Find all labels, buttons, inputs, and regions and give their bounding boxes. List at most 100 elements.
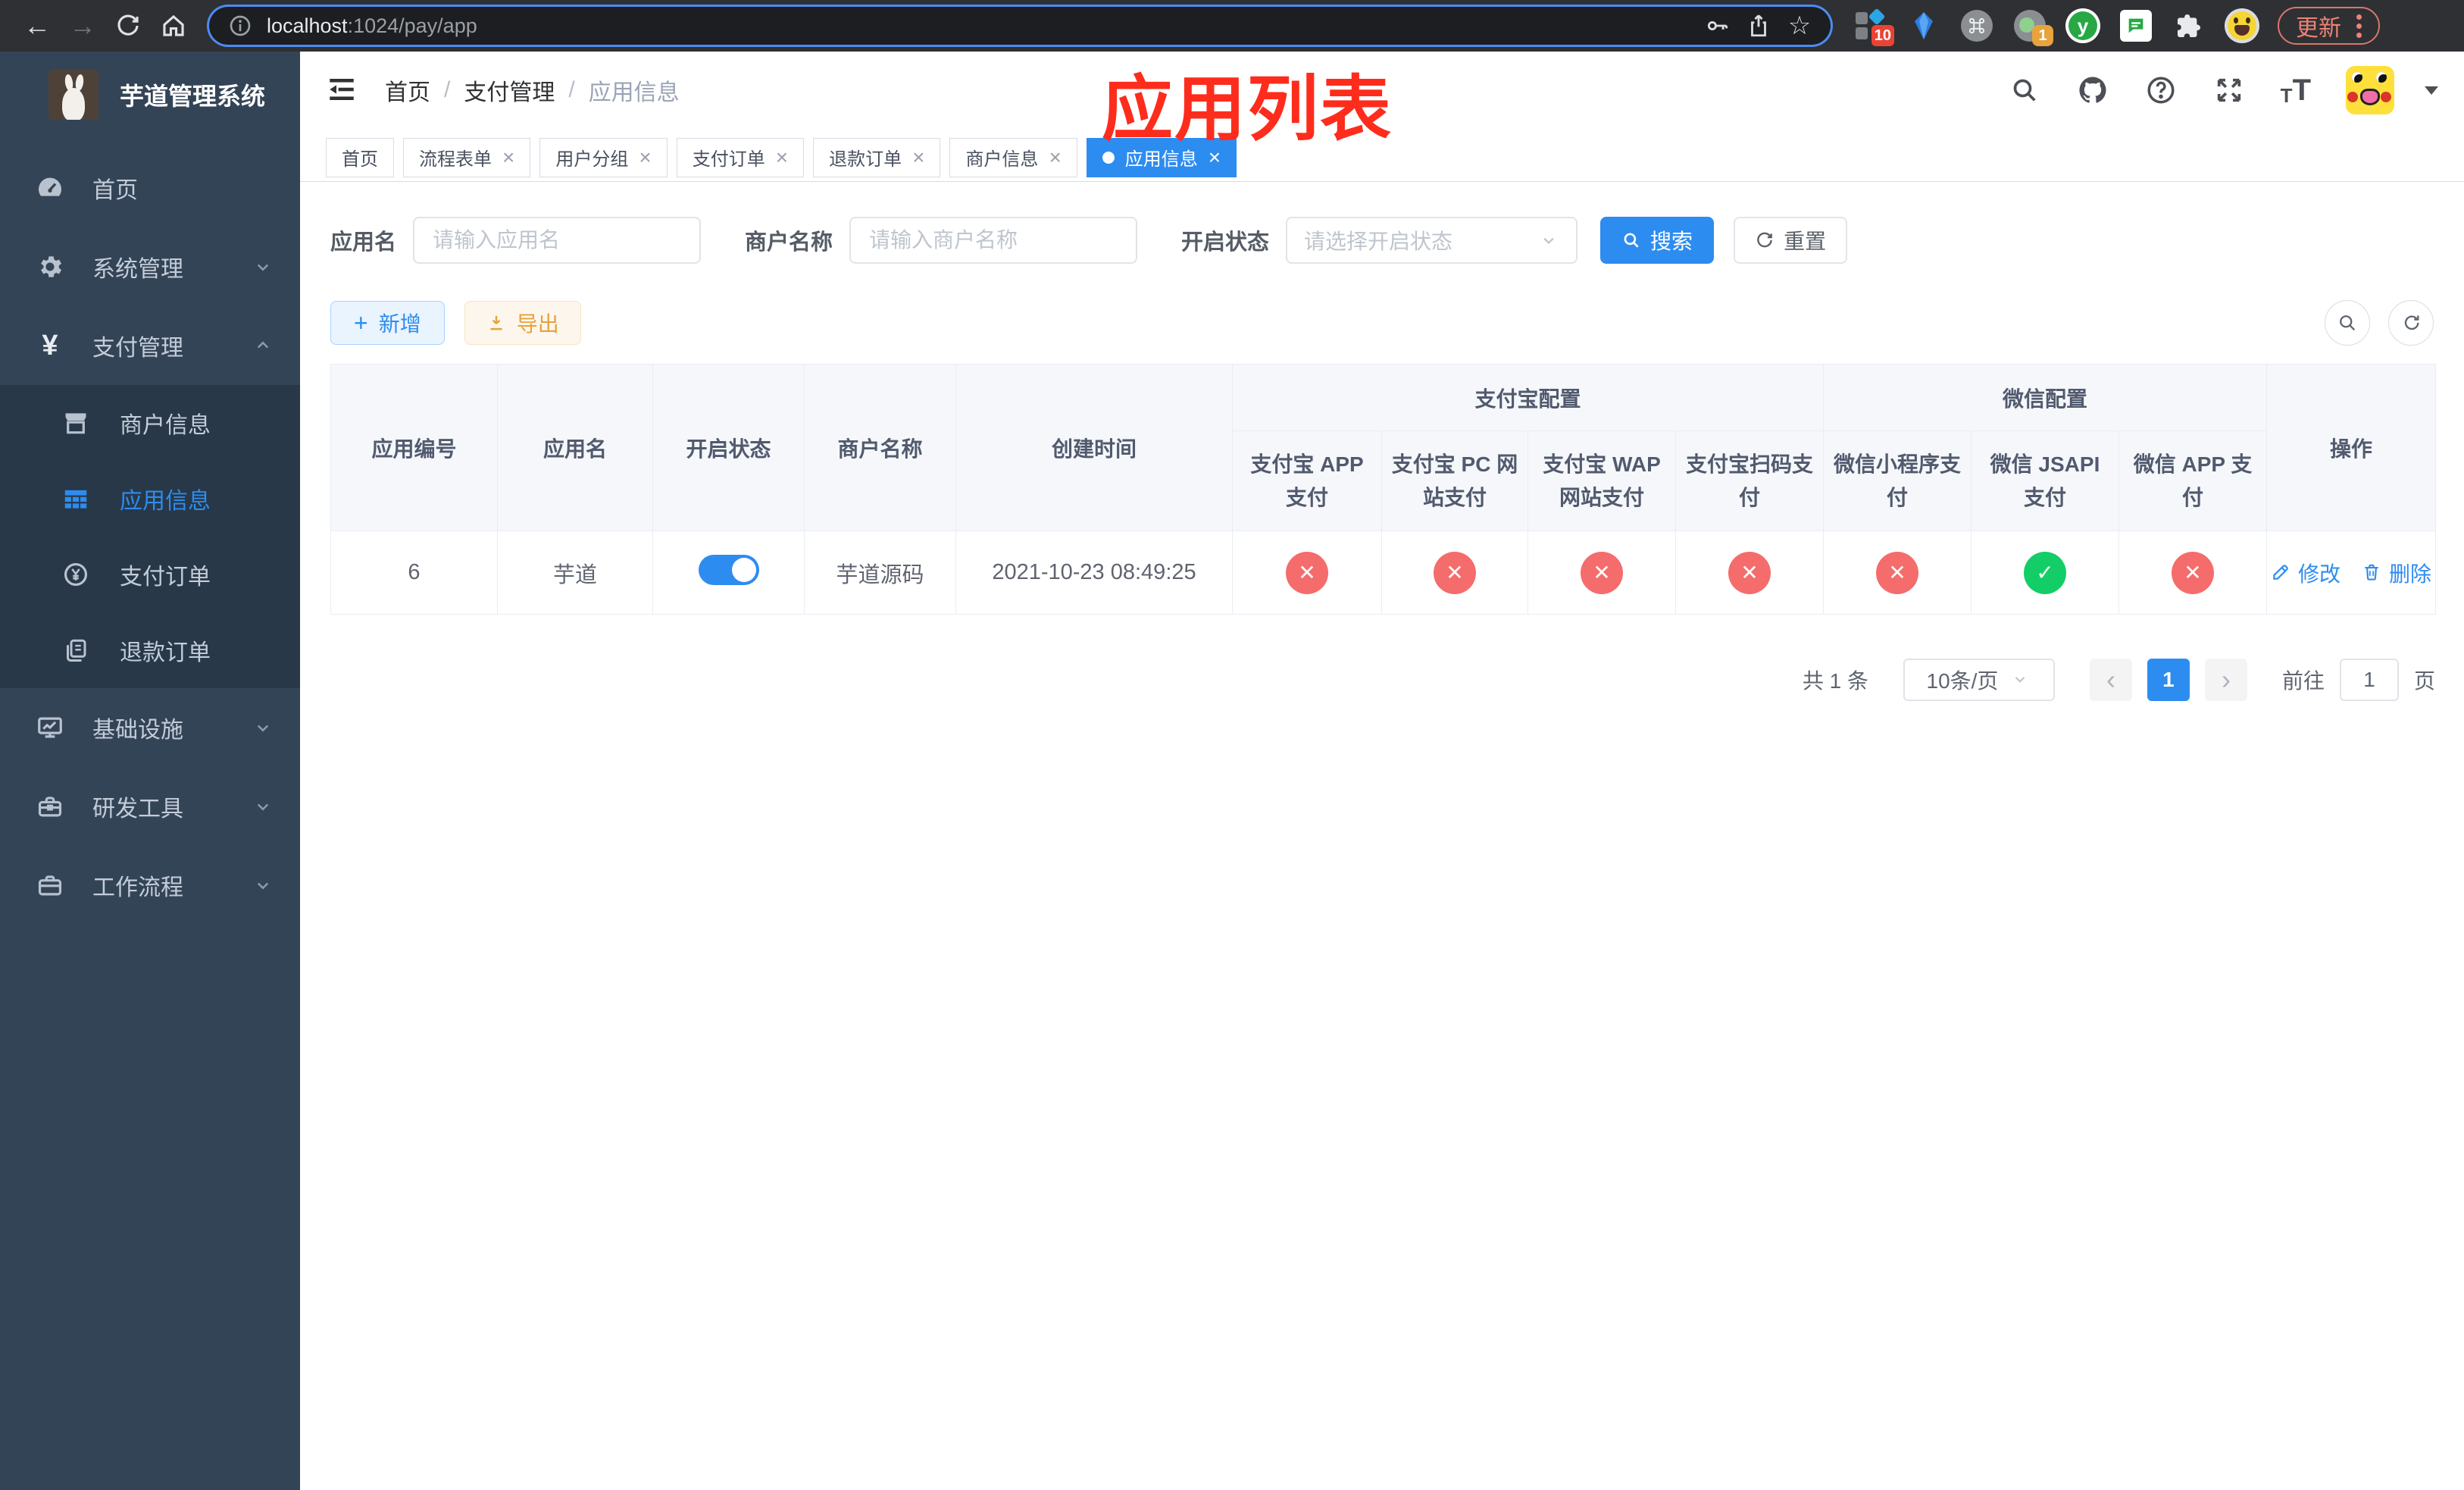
merchant-name-input[interactable] xyxy=(868,227,1120,253)
tab-merchant-info[interactable]: 商户信息 × xyxy=(949,137,1077,177)
documents-icon xyxy=(59,634,92,667)
close-icon[interactable]: × xyxy=(1209,146,1221,168)
extension-gem-icon[interactable] xyxy=(1906,8,1941,43)
tab-pay-order[interactable]: 支付订单 × xyxy=(676,137,805,177)
browser-reload-icon[interactable] xyxy=(108,5,149,46)
export-button[interactable]: 导出 xyxy=(464,301,581,345)
share-icon[interactable] xyxy=(1744,11,1773,40)
col-wx-app: 微信 APP 支付 xyxy=(2118,430,2268,531)
sidebar-item-app-info[interactable]: 应用信息 xyxy=(0,461,300,537)
sidebar-collapse-icon[interactable] xyxy=(326,74,359,107)
col-alipay-app: 支付宝 APP 支付 xyxy=(1232,430,1382,531)
page-size-select[interactable]: 10条/页 xyxy=(1903,659,2055,701)
col-wx-mini: 微信小程序支付 xyxy=(1823,430,1972,531)
tab-home[interactable]: 首页 xyxy=(326,137,394,177)
show-search-icon[interactable] xyxy=(2325,300,2370,346)
status-label: 开启状态 xyxy=(1181,230,1270,255)
browser-toolbar: ← → localhost:1024/pay/app ☆ 10 1 y 更新 xyxy=(0,0,2464,52)
merchant-name-field-wrap xyxy=(849,217,1138,264)
user-menu-caret-icon[interactable] xyxy=(2425,86,2438,95)
url-bar[interactable]: localhost:1024/pay/app ☆ xyxy=(209,7,1831,45)
app-logo-row[interactable]: 芋道管理系统 xyxy=(0,52,300,135)
group-alipay-config: 支付宝配置 xyxy=(1231,364,1825,431)
browser-back-icon[interactable]: ← xyxy=(17,5,58,46)
goto-page-input[interactable] xyxy=(2339,659,2399,701)
reset-button[interactable]: 重置 xyxy=(1734,217,1848,264)
edit-link[interactable]: 修改 xyxy=(2271,558,2340,588)
extension-badge: 10 xyxy=(1871,25,1894,46)
close-icon[interactable]: × xyxy=(502,146,514,168)
page-info-icon[interactable] xyxy=(226,11,255,40)
col-actions: 操作 xyxy=(2266,364,2437,531)
cell-app-name: 芋道 xyxy=(497,531,653,615)
pagination: 共 1 条 10条/页 ‹ 1 › 前往 页 xyxy=(330,659,2435,701)
bookmark-star-icon[interactable]: ☆ xyxy=(1785,11,1814,40)
browser-profile-avatar[interactable] xyxy=(2225,8,2259,43)
app-title: 芋道管理系统 xyxy=(120,83,266,110)
browser-forward-icon[interactable]: → xyxy=(62,5,103,46)
add-button[interactable]: + 新增 xyxy=(330,301,445,345)
next-page-button[interactable]: › xyxy=(2204,659,2247,701)
col-status: 开启状态 xyxy=(652,364,805,531)
monitor-chart-icon xyxy=(33,711,67,744)
close-icon[interactable]: × xyxy=(1049,146,1061,168)
browser-home-icon[interactable] xyxy=(153,5,194,46)
page-1-button[interactable]: 1 xyxy=(2147,659,2190,701)
prev-page-button[interactable]: ‹ xyxy=(2089,659,2132,701)
sidebar-item-pay-order[interactable]: 支付订单 xyxy=(0,537,300,612)
tab-app-info[interactable]: 应用信息 × xyxy=(1086,137,1237,177)
tab-refund-order[interactable]: 退款订单 × xyxy=(813,137,941,177)
app-name-field-wrap xyxy=(413,217,702,264)
cell-status xyxy=(652,531,805,615)
col-app-name: 应用名 xyxy=(497,364,653,531)
extensions-puzzle-icon[interactable] xyxy=(2172,8,2206,43)
github-icon[interactable] xyxy=(2076,74,2109,107)
status-check-icon: ✓ xyxy=(2024,551,2067,594)
refresh-icon[interactable] xyxy=(2388,300,2434,346)
extension-grid-icon[interactable]: 10 xyxy=(1853,8,1894,46)
extension-audio-icon[interactable]: 1 xyxy=(2012,8,2053,46)
cell-wx-mini: ✕ xyxy=(1823,531,1972,615)
update-label: 更新 xyxy=(2296,16,2341,41)
sidebar-menu: 首页 系统管理 ¥ 支付管理 商户信息 应用信息 支付订单 退款订单 基础设施 … xyxy=(0,149,300,925)
search-button[interactable]: 搜索 xyxy=(1600,217,1715,264)
extension-vue-devtools-icon[interactable]: y xyxy=(2065,8,2100,43)
breadcrumb-separator: / xyxy=(444,77,451,102)
help-icon[interactable] xyxy=(2144,74,2178,107)
cell-created: 2021-10-23 08:49:25 xyxy=(955,531,1233,615)
search-icon[interactable] xyxy=(2008,74,2041,107)
update-button[interactable]: 更新 xyxy=(2278,7,2380,45)
breadcrumb-pay[interactable]: 支付管理 xyxy=(464,74,555,107)
tab-process-form[interactable]: 流程表单 × xyxy=(403,137,531,177)
tab-user-group[interactable]: 用户分组 × xyxy=(539,137,668,177)
sidebar-item-refund-order[interactable]: 退款订单 xyxy=(0,612,300,688)
content-area: 应用列表 首页 / 支付管理 / 应用信息 TT 首页 流程表单 × 用户分组 … xyxy=(300,52,2464,1490)
sidebar: 芋道管理系统 首页 系统管理 ¥ 支付管理 商户信息 应用信息 支付订单 退款订… xyxy=(0,52,300,1490)
sidebar-item-system[interactable]: 系统管理 xyxy=(0,227,300,306)
extension-chat-icon[interactable] xyxy=(2118,8,2153,43)
font-size-icon[interactable]: TT xyxy=(2281,75,2311,105)
password-key-icon[interactable] xyxy=(1703,11,1732,40)
user-avatar[interactable] xyxy=(2346,66,2394,114)
close-icon[interactable]: × xyxy=(776,146,788,168)
app-name-input[interactable] xyxy=(431,227,683,253)
fullscreen-icon[interactable] xyxy=(2212,74,2246,107)
plus-icon: + xyxy=(354,309,368,337)
close-icon[interactable]: × xyxy=(912,146,924,168)
extension-command-icon[interactable] xyxy=(1959,8,1994,43)
pay-submenu: 商户信息 应用信息 支付订单 退款订单 xyxy=(0,385,300,688)
sidebar-item-pay[interactable]: ¥ 支付管理 xyxy=(0,306,300,385)
breadcrumb-home[interactable]: 首页 xyxy=(385,74,430,107)
sidebar-item-infra[interactable]: 基础设施 xyxy=(0,688,300,767)
cell-alipay-app: ✕ xyxy=(1232,531,1382,615)
status-toggle[interactable] xyxy=(698,554,759,585)
sidebar-item-dev-tools[interactable]: 研发工具 xyxy=(0,767,300,846)
close-icon[interactable]: × xyxy=(639,146,651,168)
chevron-down-icon xyxy=(1538,230,1559,251)
delete-link[interactable]: 删除 xyxy=(2362,558,2431,588)
browser-menu-icon[interactable] xyxy=(2356,14,2362,38)
sidebar-item-home[interactable]: 首页 xyxy=(0,149,300,227)
sidebar-item-merchant-info[interactable]: 商户信息 xyxy=(0,385,300,461)
status-select[interactable]: 请选择开启状态 xyxy=(1286,217,1578,264)
sidebar-item-workflow[interactable]: 工作流程 xyxy=(0,846,300,925)
